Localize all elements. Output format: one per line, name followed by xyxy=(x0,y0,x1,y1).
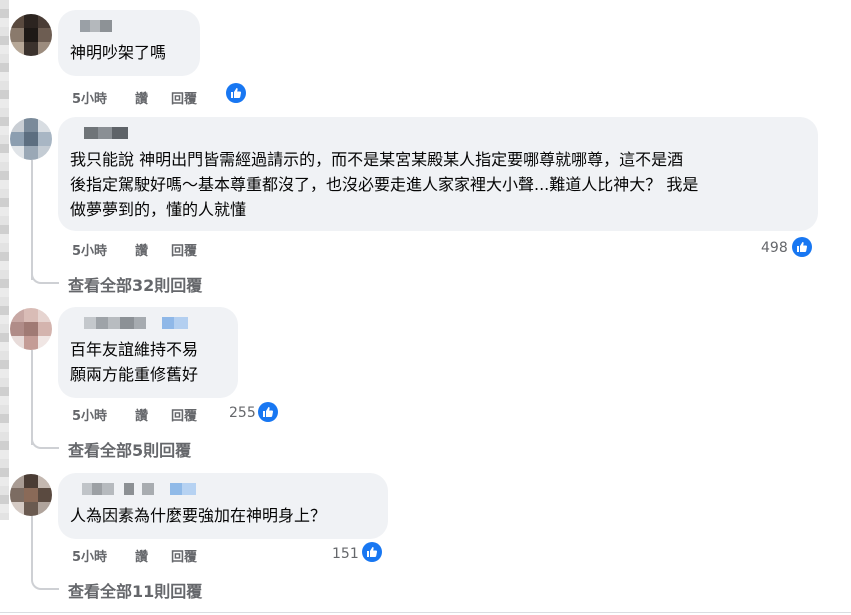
avatar[interactable] xyxy=(10,14,52,56)
reply-button[interactable]: 回覆 xyxy=(171,546,197,565)
like-reaction-icon[interactable] xyxy=(792,237,812,257)
like-reaction-icon[interactable] xyxy=(226,83,246,103)
like-reaction-icon[interactable] xyxy=(258,402,278,422)
left-edge-strip xyxy=(0,0,9,520)
avatar[interactable] xyxy=(10,118,52,160)
reply-button[interactable]: 回覆 xyxy=(171,88,197,107)
thread-line-elbow xyxy=(31,433,59,449)
like-count[interactable]: 151 xyxy=(332,546,359,562)
reply-button[interactable]: 回覆 xyxy=(171,240,197,259)
view-all-replies-link[interactable]: 查看全部32則回覆 xyxy=(68,272,202,296)
like-button[interactable]: 讚 xyxy=(135,405,148,424)
view-all-replies-link[interactable]: 查看全部5則回覆 xyxy=(68,437,191,461)
like-button[interactable]: 讚 xyxy=(135,240,148,259)
author-name-blurred[interactable] xyxy=(70,18,188,34)
comment-text: 我只能說 神明出門皆需經過請示的，而不是某宮某殿某人指定要哪尊就哪尊，這不是酒 … xyxy=(70,150,699,219)
reply-button[interactable]: 回覆 xyxy=(171,405,197,424)
like-reaction-icon[interactable] xyxy=(362,542,382,562)
author-name-blurred[interactable] xyxy=(70,315,226,331)
view-all-replies-link[interactable]: 查看全部11則回覆 xyxy=(68,578,202,602)
like-count[interactable]: 255 xyxy=(229,405,256,421)
thread-line xyxy=(31,160,33,280)
like-count[interactable]: 498 xyxy=(761,240,788,256)
like-button[interactable]: 讚 xyxy=(135,88,148,107)
comment-thread: 神明吵架了嗎 5小時 讚 回覆 我只能說 神明出門皆需經過請示的，而不是某宮某殿… xyxy=(0,0,851,615)
avatar[interactable] xyxy=(10,474,52,516)
comment-time[interactable]: 5小時 xyxy=(72,88,107,107)
avatar[interactable] xyxy=(10,308,52,350)
comment-bubble: 人為因素為什麼要強加在神明身上？ xyxy=(58,473,388,539)
comment-time[interactable]: 5小時 xyxy=(72,405,107,424)
divider xyxy=(0,612,851,613)
comment-text: 神明吵架了嗎 xyxy=(70,43,167,62)
thread-line-elbow xyxy=(31,268,59,284)
comment-text: 百年友誼維持不易 願兩方能重修舊好 xyxy=(70,340,199,384)
author-name-blurred[interactable] xyxy=(70,481,376,497)
comment-time[interactable]: 5小時 xyxy=(72,546,107,565)
author-name-blurred[interactable] xyxy=(70,125,806,141)
like-button[interactable]: 讚 xyxy=(135,546,148,565)
thread-line xyxy=(31,515,33,575)
comment-time[interactable]: 5小時 xyxy=(72,240,107,259)
comment-bubble: 神明吵架了嗎 xyxy=(58,10,200,76)
comment-text: 人為因素為什麼要強加在神明身上？ xyxy=(70,506,327,525)
thread-line-elbow xyxy=(31,574,59,590)
thread-line xyxy=(31,350,33,445)
comment-bubble: 我只能說 神明出門皆需經過請示的，而不是某宮某殿某人指定要哪尊就哪尊，這不是酒 … xyxy=(58,117,818,231)
comment-bubble: 百年友誼維持不易 願兩方能重修舊好 xyxy=(58,307,238,398)
